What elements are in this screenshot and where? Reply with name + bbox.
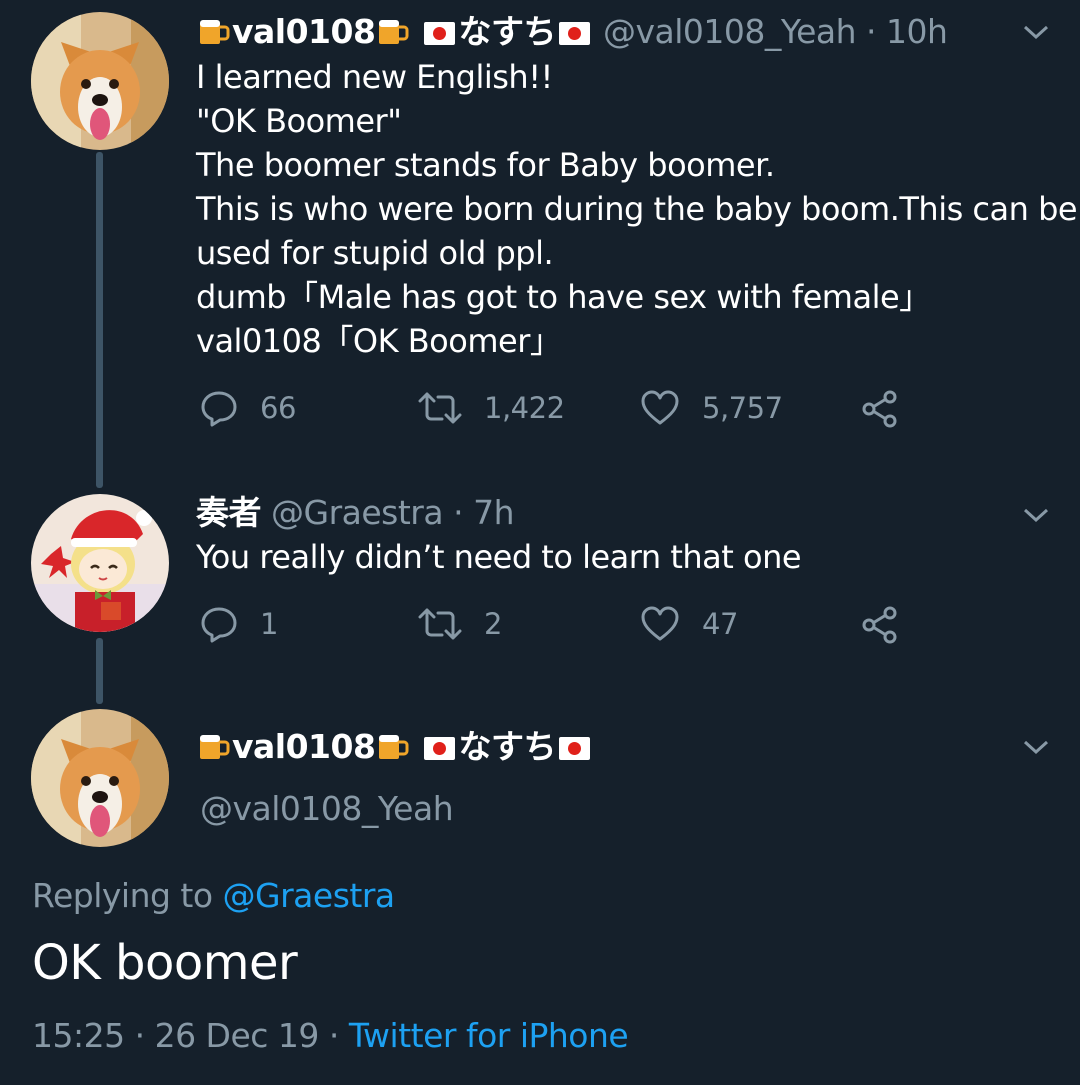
heart-icon bbox=[641, 606, 679, 641]
replying-to-link[interactable]: @Graestra bbox=[223, 876, 396, 915]
tweet-text: I learned new English!! "OK Boomer" The … bbox=[196, 55, 1078, 363]
retweet-count: 2 bbox=[484, 607, 502, 641]
like-button[interactable]: 5,757 bbox=[640, 389, 783, 427]
reply-count: 66 bbox=[260, 391, 296, 425]
japan-flag-icon bbox=[424, 22, 456, 45]
thread-line bbox=[96, 152, 103, 488]
share-button[interactable] bbox=[860, 389, 900, 429]
tweet-time[interactable]: 10h bbox=[886, 12, 948, 51]
separator-dot: · bbox=[856, 12, 887, 51]
beer-mug-icon bbox=[376, 729, 410, 772]
avatar[interactable] bbox=[31, 709, 169, 847]
separator-dot: · bbox=[443, 493, 474, 532]
tweet-line: This is who were born during the baby bo… bbox=[196, 190, 1078, 228]
display-name[interactable]: val0108 bbox=[232, 727, 376, 766]
tweet-line: The boomer stands for Baby boomer. bbox=[196, 146, 775, 184]
name-suffix: なすち bbox=[458, 727, 556, 766]
reply-count: 1 bbox=[260, 607, 278, 641]
reply-button[interactable]: 1 bbox=[200, 605, 278, 643]
retweet-button[interactable]: 2 bbox=[418, 605, 502, 643]
retweet-count: 1,422 bbox=[484, 391, 565, 425]
retweet-icon bbox=[418, 608, 462, 640]
japan-flag-icon bbox=[558, 737, 590, 760]
tweet-time[interactable]: 7h bbox=[473, 493, 514, 532]
tweet-meta: 15:25 · 26 Dec 19 · Twitter for iPhone bbox=[32, 1016, 629, 1055]
tweet-line: I learned new English!! bbox=[196, 58, 553, 96]
thread-line bbox=[96, 638, 103, 704]
handle[interactable]: @val0108_Yeah bbox=[200, 789, 454, 829]
tweet-line: You really didn’t need to learn that one bbox=[196, 538, 802, 576]
share-icon bbox=[862, 606, 897, 644]
retweet-icon bbox=[418, 392, 462, 424]
handle[interactable]: @Graestra bbox=[271, 493, 444, 532]
replying-to: Replying to @Graestra bbox=[32, 876, 395, 915]
beer-mug-icon bbox=[197, 14, 231, 57]
tweet-line: used for stupid old ppl. bbox=[196, 234, 554, 272]
tweet-line: val0108「OK Boomer」 bbox=[196, 322, 562, 360]
tweet-line: "OK Boomer" bbox=[196, 102, 402, 140]
display-name[interactable]: val0108 bbox=[232, 12, 376, 51]
handle[interactable]: @val0108_Yeah bbox=[603, 12, 857, 51]
share-icon bbox=[862, 390, 897, 428]
tweet-header: val0108 なすち @val0108_Yeah · 10h bbox=[196, 12, 948, 57]
like-button[interactable]: 47 bbox=[640, 605, 738, 643]
tweet-header: 奏者 @Graestra · 7h bbox=[196, 493, 514, 533]
beer-mug-icon bbox=[197, 729, 231, 772]
tweet-header: val0108 なすち bbox=[196, 727, 593, 772]
chevron-down-icon[interactable] bbox=[1022, 22, 1050, 42]
tweet-text: You really didn’t need to learn that one bbox=[196, 535, 802, 579]
reply-button[interactable]: 66 bbox=[200, 389, 296, 427]
avatar[interactable] bbox=[31, 494, 169, 632]
like-count: 47 bbox=[702, 607, 738, 641]
source-link[interactable]: Twitter for iPhone bbox=[349, 1016, 629, 1055]
tweet-actions: 1 2 47 bbox=[196, 605, 916, 655]
reply-icon bbox=[201, 607, 237, 643]
chevron-down-icon[interactable] bbox=[1022, 737, 1050, 757]
timestamp[interactable]: 15:25 · 26 Dec 19 · bbox=[32, 1016, 349, 1055]
tweet-text: OK boomer bbox=[32, 935, 298, 991]
like-count: 5,757 bbox=[702, 391, 783, 425]
beer-mug-icon bbox=[376, 14, 410, 57]
tweet-line: dumb「Male has got to have sex with femal… bbox=[196, 278, 931, 316]
tweet-actions: 66 1,422 5,757 bbox=[196, 389, 916, 439]
name-suffix: なすち bbox=[458, 12, 556, 51]
reply-icon bbox=[201, 391, 237, 427]
heart-icon bbox=[641, 390, 679, 425]
replying-prefix: Replying to bbox=[32, 876, 213, 915]
display-name[interactable]: 奏者 bbox=[196, 493, 262, 532]
share-button[interactable] bbox=[860, 605, 900, 645]
japan-flag-icon bbox=[558, 22, 590, 45]
japan-flag-icon bbox=[424, 737, 456, 760]
retweet-button[interactable]: 1,422 bbox=[418, 389, 565, 427]
avatar[interactable] bbox=[31, 12, 169, 150]
chevron-down-icon[interactable] bbox=[1022, 505, 1050, 525]
